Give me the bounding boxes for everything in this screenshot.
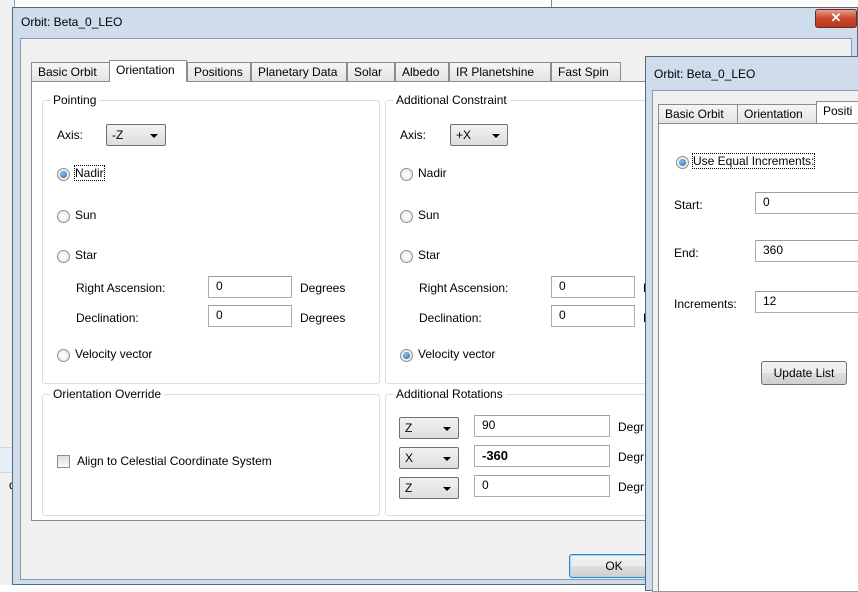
pointing-star-label[interactable]: Star: [75, 248, 97, 262]
chevron-down-icon: [443, 487, 451, 491]
constraint-axis-label: Axis:: [400, 128, 427, 142]
start-input[interactable]: 0: [755, 192, 858, 214]
rotation-3-unit: Degr: [618, 480, 645, 494]
pointing-group: Pointing Axis: -Z Nadir Sun Star Right A…: [42, 93, 380, 384]
constraint-nadir-radio[interactable]: [400, 168, 413, 181]
rotation-2-value-input[interactable]: -360: [474, 445, 610, 467]
second-tab-basic-orbit[interactable]: Basic Orbit: [658, 104, 738, 123]
pointing-ra-label: Right Ascension:: [76, 281, 166, 295]
constraint-title: Additional Constraint: [393, 93, 510, 107]
tab-solar[interactable]: Solar: [347, 62, 395, 81]
constraint-nadir-label[interactable]: Nadir: [418, 166, 447, 180]
close-button[interactable]: ✕: [815, 9, 857, 28]
pointing-velocity-radio[interactable]: [57, 349, 70, 362]
constraint-star-label[interactable]: Star: [418, 248, 440, 262]
pointing-sun-label[interactable]: Sun: [75, 208, 96, 222]
pointing-ra-unit: Degrees: [300, 281, 346, 295]
tab-positions[interactable]: Positions: [187, 62, 251, 81]
background-list-item: [0, 447, 12, 473]
pointing-velocity-label[interactable]: Velocity vector: [75, 347, 152, 361]
second-window-title: Orbit: Beta_0_LEO: [654, 67, 756, 81]
align-celestial-checkbox[interactable]: [57, 455, 70, 468]
start-label: Start:: [674, 198, 703, 212]
increments-label: Increments:: [674, 297, 737, 311]
pointing-dec-unit: Degrees: [300, 311, 346, 325]
rotations-title: Additional Rotations: [393, 387, 506, 401]
use-equal-label[interactable]: Use Equal Increments:: [691, 153, 816, 169]
close-icon: ✕: [830, 10, 842, 25]
chevron-down-icon: [443, 457, 451, 461]
pointing-axis-select[interactable]: -Z: [106, 124, 166, 146]
constraint-velocity-radio[interactable]: [400, 349, 413, 362]
align-celestial-label[interactable]: Align to Celestial Coordinate System: [77, 454, 272, 468]
constraint-star-radio[interactable]: [400, 250, 413, 263]
constraint-ra-label: Right Ascension:: [419, 281, 509, 295]
window-title: Orbit: Beta_0_LEO: [21, 15, 123, 29]
pointing-ra-input[interactable]: 0: [208, 276, 292, 298]
orientation-override-group: Orientation Override Align to Celestial …: [42, 387, 380, 516]
tab-orientation[interactable]: Orientation: [109, 60, 187, 82]
use-equal-radio[interactable]: [676, 156, 689, 169]
constraint-sun-radio[interactable]: [400, 210, 413, 223]
rotation-1-value-input[interactable]: 90: [474, 415, 610, 437]
rotation-3-value-input[interactable]: 0: [474, 475, 610, 497]
rotation-3-axis-select[interactable]: Z: [399, 477, 459, 499]
rotation-2-axis-select[interactable]: X: [399, 447, 459, 469]
pointing-dec-label: Declination:: [76, 311, 139, 325]
pointing-nadir-radio[interactable]: [57, 168, 70, 181]
chevron-down-icon: [150, 134, 158, 138]
increments-input[interactable]: 12: [755, 291, 858, 313]
pointing-title: Pointing: [50, 93, 100, 107]
update-list-button[interactable]: Update List: [761, 361, 847, 385]
rotation-1-axis-select[interactable]: Z: [399, 417, 459, 439]
end-input[interactable]: 360: [755, 240, 858, 262]
constraint-dec-label: Declination:: [419, 311, 482, 325]
tab-albedo[interactable]: Albedo: [395, 62, 449, 81]
rotation-1-unit: Degr: [618, 420, 645, 434]
chevron-down-icon: [492, 134, 500, 138]
constraint-ra-input[interactable]: 0: [551, 276, 635, 298]
positions-panel: Use Equal Increments: Start: 0 End: 360 …: [658, 123, 858, 591]
tab-ir-planetshine[interactable]: IR Planetshine: [449, 62, 551, 81]
constraint-dec-input[interactable]: 0: [551, 305, 635, 327]
title-bar[interactable]: Orbit: Beta_0_LEO ✕: [13, 8, 857, 38]
constraint-velocity-label[interactable]: Velocity vector: [418, 347, 495, 361]
pointing-axis-label: Axis:: [57, 128, 84, 142]
second-title-bar[interactable]: Orbit: Beta_0_LEO: [646, 57, 858, 87]
rotation-2-unit: Degr: [618, 450, 645, 464]
pointing-sun-radio[interactable]: [57, 210, 70, 223]
end-label: End:: [674, 246, 699, 260]
constraint-sun-label[interactable]: Sun: [418, 208, 439, 222]
tab-planetary-data[interactable]: Planetary Data: [251, 62, 347, 81]
second-tab-orientation[interactable]: Orientation: [737, 104, 817, 123]
second-dialog: Orbit: Beta_0_LEO Basic Orbit Orientatio…: [645, 56, 858, 592]
pointing-nadir-label[interactable]: Nadir: [74, 165, 105, 181]
tab-fast-spin[interactable]: Fast Spin: [551, 62, 621, 81]
chevron-down-icon: [443, 427, 451, 431]
second-tab-positions[interactable]: Positi: [816, 101, 858, 123]
pointing-dec-input[interactable]: 0: [208, 305, 292, 327]
constraint-axis-select[interactable]: +X: [450, 124, 508, 146]
tab-basic-orbit[interactable]: Basic Orbit: [31, 62, 111, 81]
pointing-star-radio[interactable]: [57, 250, 70, 263]
override-title: Orientation Override: [50, 387, 165, 401]
second-dialog-client: Basic Orbit Orientation Positi Use Equal…: [652, 90, 858, 592]
